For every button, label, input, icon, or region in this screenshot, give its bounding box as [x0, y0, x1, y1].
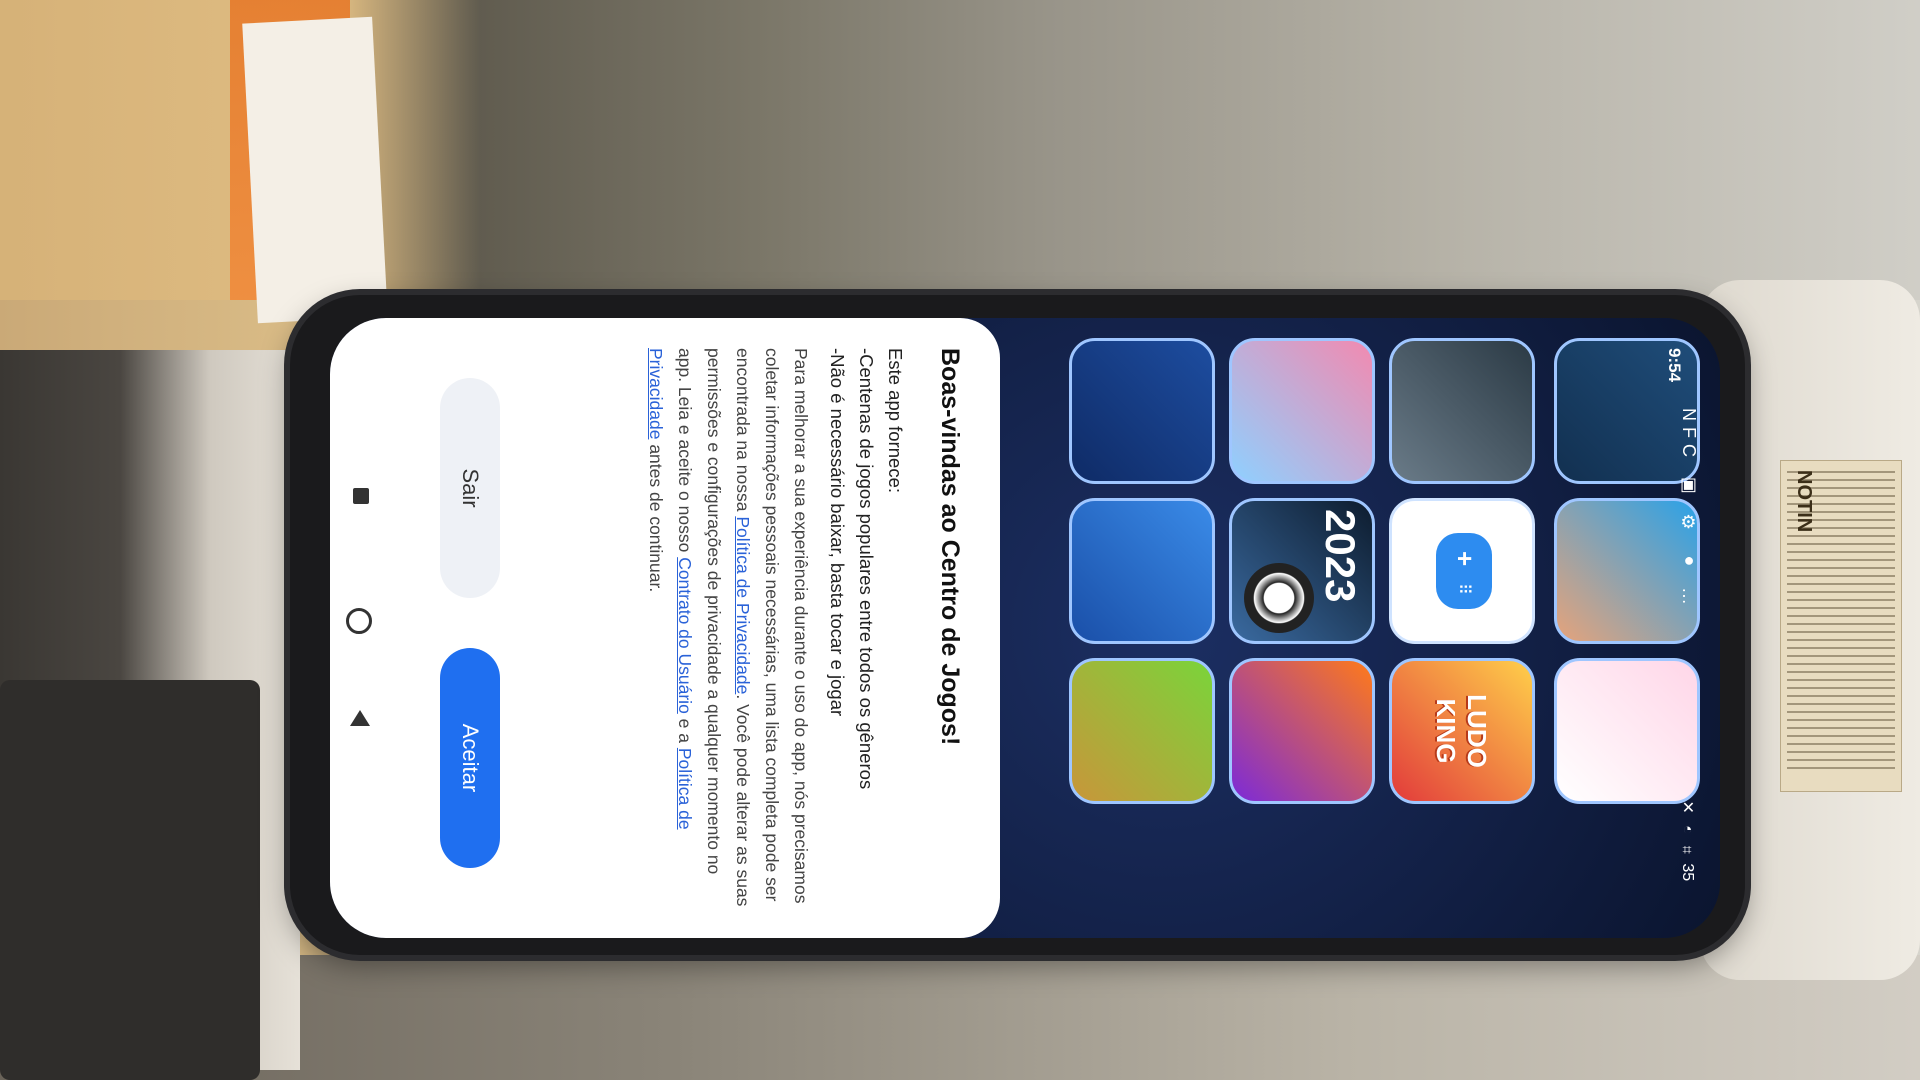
label-title: NOTIN	[1793, 470, 1815, 533]
rotated-content: + ⠿ LUDO KING 2023 Boas-vindas ao Centro…	[330, 318, 1720, 938]
game-icon-blue[interactable]	[1069, 498, 1215, 644]
game-icon-soccer-2023[interactable]: 2023	[1229, 498, 1375, 644]
status-time: 9:54	[1665, 348, 1684, 383]
home-icon[interactable]	[346, 608, 372, 634]
dialog-body: Este app fornece: -Centenas de jogos pop…	[641, 348, 910, 908]
game-icon-dark[interactable]	[1389, 338, 1535, 484]
game-center-icon[interactable]: + ⠿	[1389, 498, 1535, 644]
game-icon-road[interactable]	[1069, 338, 1215, 484]
dialog-title: Boas-vindas ao Centro de Jogos!	[936, 348, 964, 746]
ludo-label: LUDO KING	[1431, 694, 1492, 768]
user-agreement-link[interactable]: Contrato do Usuário	[675, 557, 695, 714]
privacy-policy-link[interactable]: Política de Privacidade	[733, 516, 753, 694]
welcome-dialog: Boas-vindas ao Centro de Jogos! Este app…	[330, 318, 1000, 938]
phone-screen: + ⠿ LUDO KING 2023 Boas-vindas ao Centro…	[330, 318, 1720, 938]
status-icons-right: ✕ ◔ ⌗ 35	[1679, 798, 1696, 882]
accept-button[interactable]: Aceitar	[440, 648, 500, 868]
gamepad-dots: ⠿	[1455, 583, 1472, 595]
stand-block	[0, 680, 260, 1080]
back-icon[interactable]	[350, 710, 370, 726]
game-icon-ludo[interactable]: LUDO KING	[1389, 658, 1535, 804]
game-icon-green[interactable]	[1069, 658, 1215, 804]
gamepad-plus: +	[1450, 551, 1480, 567]
soccer-label: 2023	[1317, 509, 1364, 603]
status-icons-left: NFC ▣ ⚙ ● …	[1679, 408, 1699, 611]
soccer-ball-icon	[1244, 563, 1314, 633]
gamepad-icon	[1436, 533, 1492, 609]
privacy-text-3: e a	[675, 713, 695, 748]
exit-button[interactable]: Sair	[440, 378, 500, 598]
recent-apps-icon[interactable]	[353, 488, 369, 504]
game-icon-candy[interactable]	[1229, 658, 1375, 804]
game-icon-pink[interactable]	[1229, 338, 1375, 484]
status-bar: 9:54 NFC ▣ ⚙ ● … ✕ ◔ ⌗ 35	[1665, 318, 1720, 938]
privacy-paragraph: Para melhorar a sua experiência durante …	[641, 348, 815, 908]
white-card	[242, 16, 388, 324]
intro-text: Este app fornece:	[885, 348, 906, 494]
navigation-bar	[330, 318, 390, 938]
privacy-text-4: antes de continuar.	[646, 439, 666, 593]
feature-point-1: -Centenas de jogos populares entre todos…	[856, 348, 877, 790]
feature-point-2: -Não é necessário baixar, basta tocar e …	[827, 348, 848, 717]
